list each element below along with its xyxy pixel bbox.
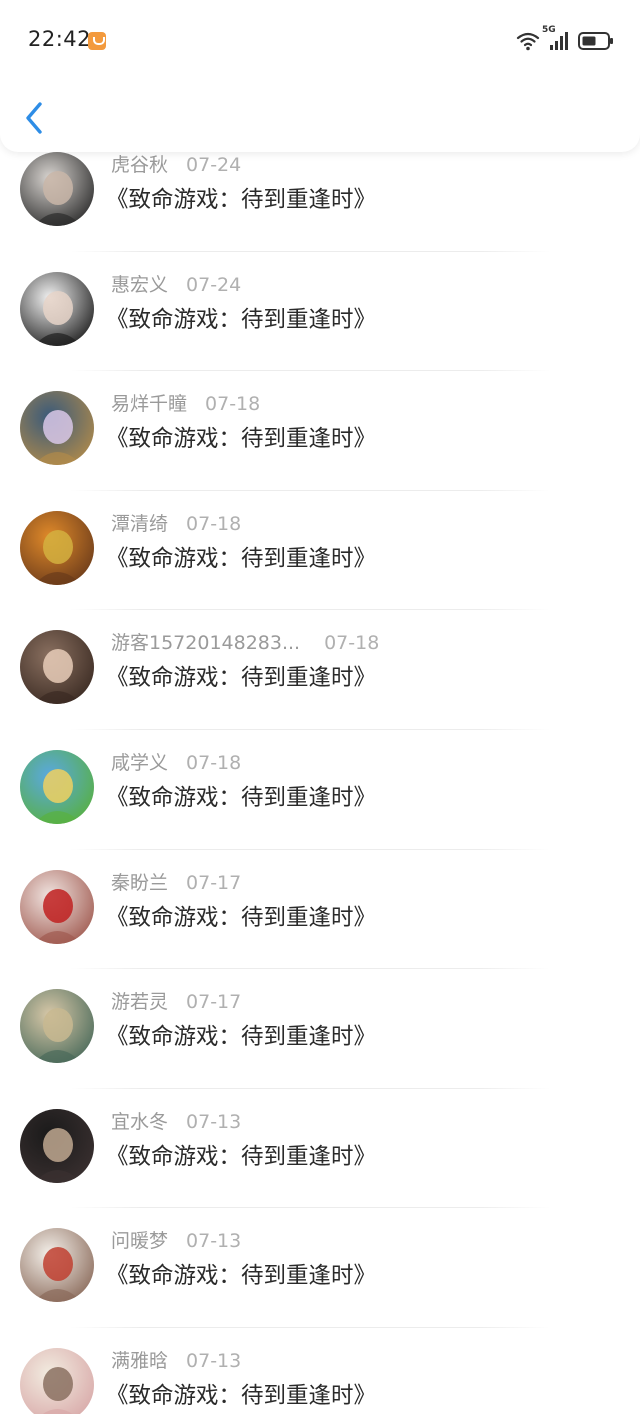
user-name[interactable]: 秦盼兰 [111,872,168,894]
book-title[interactable]: 《致命游戏：待到重逢时》 [106,182,376,214]
avatar[interactable] [20,152,94,226]
post-date: 07-24 [186,273,242,296]
user-name[interactable]: 满雅晗 [111,1350,168,1372]
book-title[interactable]: 《致命游戏：待到重逢时》 [106,1258,376,1290]
book-title[interactable]: 《致命游戏：待到重逢时》 [106,1378,376,1410]
list-item[interactable]: 游客15720148283... 07-18 《致命游戏：待到重逢时》 [0,610,640,730]
book-title[interactable]: 《致命游戏：待到重逢时》 [106,900,376,932]
post-date: 07-17 [186,991,242,1014]
comment-meta: 游若灵 07-17 [111,987,241,1013]
avatar[interactable] [20,869,94,944]
list-item[interactable]: 惠宏义 07-24 《致命游戏：待到重逢时》 [0,252,640,372]
app-notification-icon [88,32,106,50]
avatar[interactable] [20,1228,94,1303]
avatar[interactable] [20,510,94,585]
top-bar: 22:42 5G [0,0,640,152]
user-name[interactable]: 游客15720148283... [111,632,300,654]
avatar[interactable] [20,749,94,824]
comment-meta: 秦盼兰 07-17 [111,868,241,894]
comment-meta: 宜水冬 07-13 [111,1107,241,1133]
signal-icon: 5G [542,25,568,51]
screen: 22:42 5G 虎谷秋 07-24 《致命游戏：待到重逢时》 惠宏义 07-2… [0,0,640,1414]
user-name[interactable]: 咸学义 [111,752,168,774]
status-icons: 5G [516,25,614,54]
list-item[interactable]: 咸学义 07-18 《致命游戏：待到重逢时》 [0,730,640,850]
back-button[interactable] [20,98,50,138]
user-name[interactable]: 宜水冬 [111,1111,168,1133]
comment-meta: 惠宏义 07-24 [111,270,241,296]
post-date: 07-18 [186,512,242,535]
comment-meta: 易烊千瞳 07-18 [111,389,260,415]
battery-icon [578,31,614,51]
network-type-label: 5G [542,25,556,35]
comment-meta: 问暖梦 07-13 [111,1226,241,1252]
comment-meta: 满雅晗 07-13 [111,1346,241,1372]
comment-meta: 游客15720148283... 07-18 [111,628,379,654]
post-date: 07-24 [186,154,242,176]
comment-meta: 咸学义 07-18 [111,748,241,774]
book-title[interactable]: 《致命游戏：待到重逢时》 [106,780,376,812]
avatar[interactable] [20,989,94,1064]
avatar[interactable] [20,391,94,466]
list-item[interactable]: 宜水冬 07-13 《致命游戏：待到重逢时》 [0,1089,640,1209]
user-name[interactable]: 易烊千瞳 [111,393,187,415]
list-item[interactable]: 游若灵 07-17 《致命游戏：待到重逢时》 [0,969,640,1089]
avatar[interactable] [20,271,94,346]
avatar[interactable] [20,630,94,705]
post-date: 07-13 [186,1230,242,1253]
status-time: 22:42 [28,27,92,51]
list-item[interactable]: 秦盼兰 07-17 《致命游戏：待到重逢时》 [0,850,640,970]
user-name[interactable]: 虎谷秋 [111,154,168,176]
list-item[interactable]: 潭清绮 07-18 《致命游戏：待到重逢时》 [0,491,640,611]
post-date: 07-18 [324,632,380,655]
post-date: 07-13 [186,1349,242,1372]
comment-meta: 虎谷秋 07-24 [111,150,241,176]
chevron-left-icon [26,102,42,134]
book-title[interactable]: 《致命游戏：待到重逢时》 [106,1019,376,1051]
list-item[interactable]: 满雅晗 07-13 《致命游戏：待到重逢时》 [0,1328,640,1414]
user-name[interactable]: 游若灵 [111,991,168,1013]
post-date: 07-18 [205,393,261,416]
comment-list: 虎谷秋 07-24 《致命游戏：待到重逢时》 惠宏义 07-24 《致命游戏：待到重逢时》… [0,132,640,1414]
user-name[interactable]: 潭清绮 [111,513,168,535]
avatar[interactable] [20,1108,94,1183]
post-date: 07-13 [186,1110,242,1133]
user-name[interactable]: 惠宏义 [111,274,168,296]
comment-meta: 潭清绮 07-18 [111,509,241,535]
avatar[interactable] [20,1347,94,1414]
book-title[interactable]: 《致命游戏：待到重逢时》 [106,302,376,334]
list-item[interactable]: 问暖梦 07-13 《致命游戏：待到重逢时》 [0,1208,640,1328]
book-title[interactable]: 《致命游戏：待到重逢时》 [106,660,376,692]
book-title[interactable]: 《致命游戏：待到重逢时》 [106,421,376,453]
book-title[interactable]: 《致命游戏：待到重逢时》 [106,541,376,573]
post-date: 07-17 [186,871,242,894]
wifi-icon [516,31,540,51]
list-item[interactable]: 易烊千瞳 07-18 《致命游戏：待到重逢时》 [0,371,640,491]
user-name[interactable]: 问暖梦 [111,1230,168,1252]
book-title[interactable]: 《致命游戏：待到重逢时》 [106,1139,376,1171]
post-date: 07-18 [186,751,242,774]
